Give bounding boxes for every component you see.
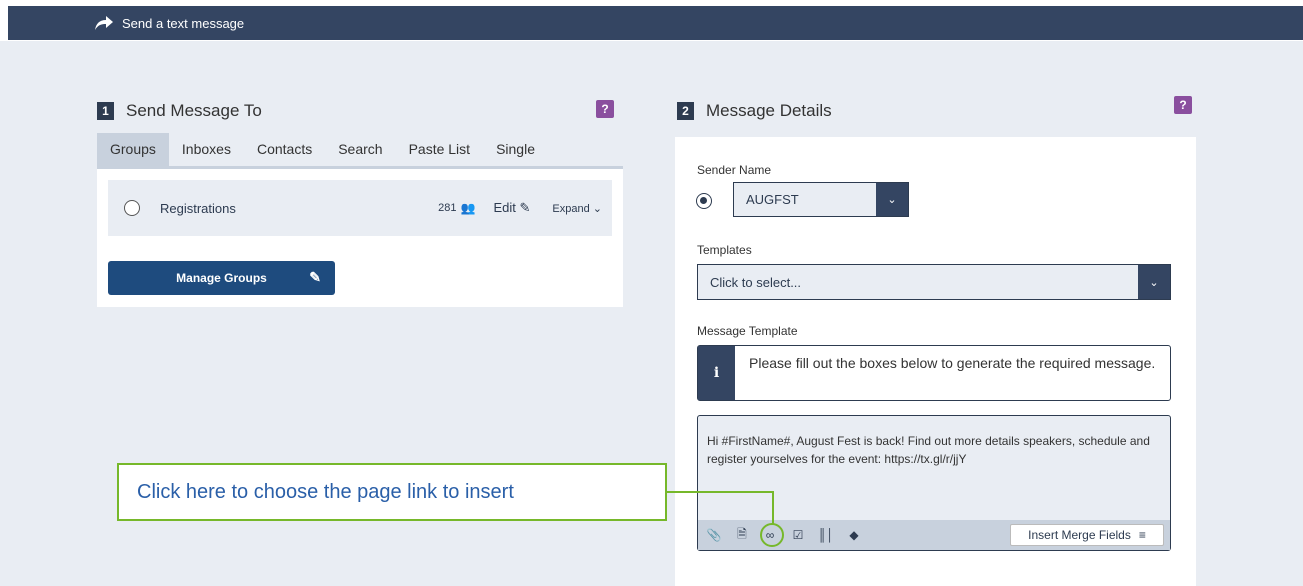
chevron-down-icon: ⌄: [1138, 265, 1170, 299]
expand-link[interactable]: Expand ⌄: [552, 202, 602, 215]
send-to-heading: 1 Send Message To: [97, 101, 262, 121]
manage-groups-button[interactable]: Manage Groups ✎: [108, 261, 335, 295]
info-text: Please fill out the boxes below to gener…: [749, 355, 1156, 371]
expand-label: Expand: [552, 202, 590, 215]
sender-value: AUGFST: [746, 192, 799, 207]
group-name: Registrations: [160, 200, 236, 216]
message-details-heading: 2 Message Details: [677, 101, 832, 121]
edit-group-link[interactable]: Edit ✎: [493, 200, 530, 216]
templates-select[interactable]: Click to select... ⌄: [697, 264, 1171, 300]
step-number: 2: [677, 102, 694, 120]
page-title: Send a text message: [122, 15, 245, 31]
help-icon[interactable]: ?: [596, 100, 614, 118]
share-arrow-icon: [95, 16, 113, 30]
insert-merge-fields-button[interactable]: Insert Merge Fields ≡: [1010, 524, 1164, 546]
step-number: 1: [97, 102, 114, 120]
info-icon: i: [698, 346, 735, 400]
pencil-icon: ✎: [309, 269, 321, 285]
tab-inboxes[interactable]: Inboxes: [169, 133, 244, 166]
tag-icon[interactable]: ◆: [846, 527, 862, 543]
message-template-label: Message Template: [697, 324, 798, 338]
tab-paste-list[interactable]: Paste List: [396, 133, 483, 166]
sender-select[interactable]: AUGFST ⌄: [733, 182, 909, 217]
list-icon: ≡: [1138, 528, 1146, 542]
callout-text: Click here to choose the page link to in…: [137, 480, 514, 503]
top-bar: Send a text message: [0, 0, 1303, 41]
templates-placeholder: Click to select...: [710, 274, 802, 290]
attach-icon[interactable]: 📎: [706, 527, 722, 543]
people-icon: 👥: [460, 201, 476, 215]
merge-label: Insert Merge Fields: [1028, 528, 1131, 542]
help-icon[interactable]: ?: [1174, 96, 1192, 114]
callout-highlight-circle: [760, 523, 784, 547]
groups-card: Registrations 281 👥 Edit ✎ Expand ⌄ Mana…: [97, 169, 623, 307]
templates-label: Templates: [697, 243, 752, 257]
message-details-title: Message Details: [706, 101, 832, 120]
info-box: i Please fill out the boxes below to gen…: [697, 345, 1171, 401]
pencil-icon: ✎: [519, 200, 531, 215]
checkbox-icon[interactable]: ☑: [790, 527, 806, 543]
callout-connector: [666, 491, 774, 493]
group-radio[interactable]: [124, 200, 140, 216]
sender-radio[interactable]: [696, 193, 712, 209]
manage-groups-label: Manage Groups: [176, 271, 267, 285]
recipient-tabs: Groups Inboxes Contacts Search Paste Lis…: [97, 133, 623, 169]
tab-single[interactable]: Single: [483, 133, 548, 166]
document-icon[interactable]: 🗎: [734, 527, 750, 543]
send-to-title: Send Message To: [126, 101, 262, 120]
callout-connector: [772, 491, 774, 524]
tab-groups[interactable]: Groups: [97, 133, 169, 166]
edit-label: Edit: [493, 200, 516, 215]
message-details-card: Sender Name AUGFST ⌄ Templates Click to …: [675, 137, 1196, 586]
barcode-icon[interactable]: ║│: [818, 527, 834, 543]
group-count: 281: [438, 202, 457, 214]
group-row: Registrations 281 👥 Edit ✎ Expand ⌄: [108, 180, 612, 236]
chevron-down-icon: ⌄: [876, 183, 908, 216]
tab-contacts[interactable]: Contacts: [244, 133, 325, 166]
header-bar: Send a text message: [8, 6, 1303, 40]
message-text[interactable]: Hi #FirstName#, August Fest is back! Fin…: [707, 432, 1157, 468]
chevron-down-icon: ⌄: [592, 202, 602, 215]
sender-name-label: Sender Name: [697, 163, 772, 177]
callout-box: Click here to choose the page link to in…: [117, 463, 667, 521]
tab-search[interactable]: Search: [325, 133, 395, 166]
